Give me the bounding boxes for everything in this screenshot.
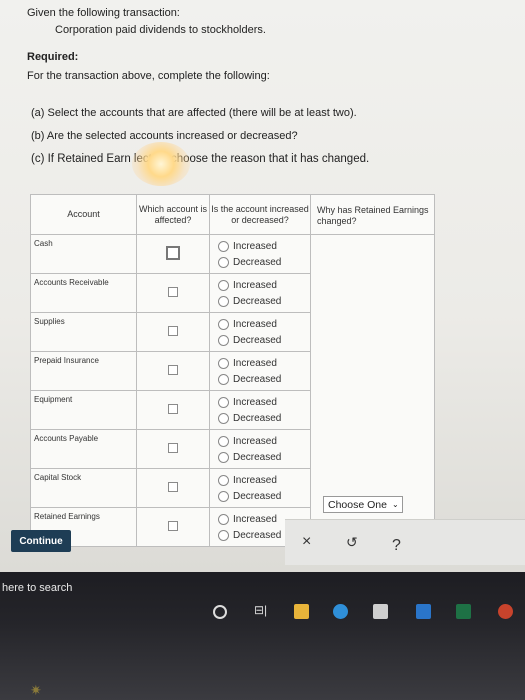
decreased-radio[interactable]: Decreased	[218, 411, 310, 427]
windows-taskbar	[0, 572, 525, 700]
account-name: Supplies	[30, 312, 137, 352]
account-name: Cash	[30, 234, 137, 274]
increased-radio[interactable]: Increased	[218, 473, 310, 489]
increased-radio[interactable]: Increased	[218, 395, 310, 411]
account-name: Accounts Payable	[30, 429, 137, 469]
sun-glare-icon: ✷	[30, 682, 42, 698]
radio-circle-icon	[218, 413, 229, 424]
bottom-toolbar	[285, 519, 525, 565]
affected-checkbox[interactable]	[168, 482, 178, 492]
step-a-text: (a) Select the accounts that are affecte…	[31, 107, 357, 119]
affected-checkbox[interactable]	[168, 521, 178, 531]
radio-circle-icon	[218, 296, 229, 307]
chevron-down-icon: ⌄	[391, 500, 399, 509]
decreased-radio[interactable]: Decreased	[218, 450, 310, 466]
increased-radio[interactable]: Increased	[218, 356, 310, 372]
instructions-text: For the transaction above, complete the …	[27, 70, 270, 82]
header-inc-dec: Is the account increased or decreased?	[209, 194, 311, 235]
decreased-radio[interactable]: Decreased	[218, 372, 310, 388]
help-icon[interactable]: ?	[392, 537, 401, 555]
radio-circle-icon	[218, 257, 229, 268]
light-glare	[132, 142, 190, 186]
step-c-text: (c) If Retained Earn lected, choose the …	[31, 153, 370, 165]
header-why: Why has Retained Earnings changed?	[310, 194, 435, 235]
affected-checkbox[interactable]	[168, 404, 178, 414]
radio-circle-icon	[218, 452, 229, 463]
radio-circle-icon	[218, 475, 229, 486]
edge-browser-icon[interactable]	[333, 604, 348, 619]
account-name: Capital Stock	[30, 468, 137, 508]
account-name: Equipment	[30, 390, 137, 430]
store-icon[interactable]	[373, 604, 388, 619]
undo-icon[interactable]: ↺	[346, 534, 358, 551]
header-account: Account	[30, 194, 137, 235]
dropdown-value: Choose One	[328, 498, 387, 511]
intro-text: Given the following transaction:	[27, 7, 180, 19]
decreased-radio[interactable]: Decreased	[218, 489, 310, 505]
decreased-radio[interactable]: Decreased	[218, 333, 310, 349]
radio-circle-icon	[218, 335, 229, 346]
table-row: Cash Increased Decreased	[30, 234, 435, 547]
decreased-radio[interactable]: Decreased	[218, 294, 310, 310]
account-name: Accounts Receivable	[30, 273, 137, 313]
radio-circle-icon	[218, 374, 229, 385]
radio-circle-icon	[218, 491, 229, 502]
decreased-radio[interactable]: Decreased	[218, 255, 310, 271]
cortana-icon[interactable]	[213, 605, 227, 619]
accounts-table: Account Which account is affected? Is th…	[30, 194, 435, 547]
assignment-screen: Given the following transaction: Corpora…	[0, 0, 525, 572]
affected-checkbox[interactable]	[168, 326, 178, 336]
radio-circle-icon	[218, 397, 229, 408]
transaction-text: Corporation paid dividends to stockholde…	[55, 24, 266, 36]
radio-circle-icon	[218, 319, 229, 330]
task-view-icon[interactable]: ⊟|	[254, 603, 267, 617]
table-header-row: Account Which account is affected? Is th…	[30, 194, 435, 235]
radio-circle-icon	[218, 358, 229, 369]
radio-circle-icon	[218, 280, 229, 291]
affected-checkbox[interactable]	[168, 287, 178, 297]
mail-icon[interactable]	[416, 604, 431, 619]
taskbar-search[interactable]: here to search	[2, 582, 72, 594]
reason-dropdown[interactable]: Choose One ⌄	[323, 496, 403, 513]
close-icon[interactable]: ×	[302, 533, 311, 551]
continue-button[interactable]: Continue	[11, 530, 71, 552]
header-affected: Which account is affected?	[136, 194, 210, 235]
increased-radio[interactable]: Increased	[218, 239, 310, 255]
affected-checkbox[interactable]	[168, 443, 178, 453]
affected-checkbox[interactable]	[166, 246, 180, 260]
increased-radio[interactable]: Increased	[218, 317, 310, 333]
account-name: Prepaid Insurance	[30, 351, 137, 391]
excel-icon[interactable]	[456, 604, 471, 619]
increased-radio[interactable]: Increased	[218, 278, 310, 294]
radio-circle-icon	[218, 530, 229, 541]
radio-circle-icon	[218, 241, 229, 252]
file-explorer-icon[interactable]	[294, 604, 309, 619]
step-b-text: (b) Are the selected accounts increased …	[31, 130, 298, 142]
radio-circle-icon	[218, 436, 229, 447]
radio-circle-icon	[218, 514, 229, 525]
increased-radio[interactable]: Increased	[218, 434, 310, 450]
required-label: Required:	[27, 51, 79, 63]
powerpoint-icon[interactable]	[498, 604, 513, 619]
affected-checkbox[interactable]	[168, 365, 178, 375]
